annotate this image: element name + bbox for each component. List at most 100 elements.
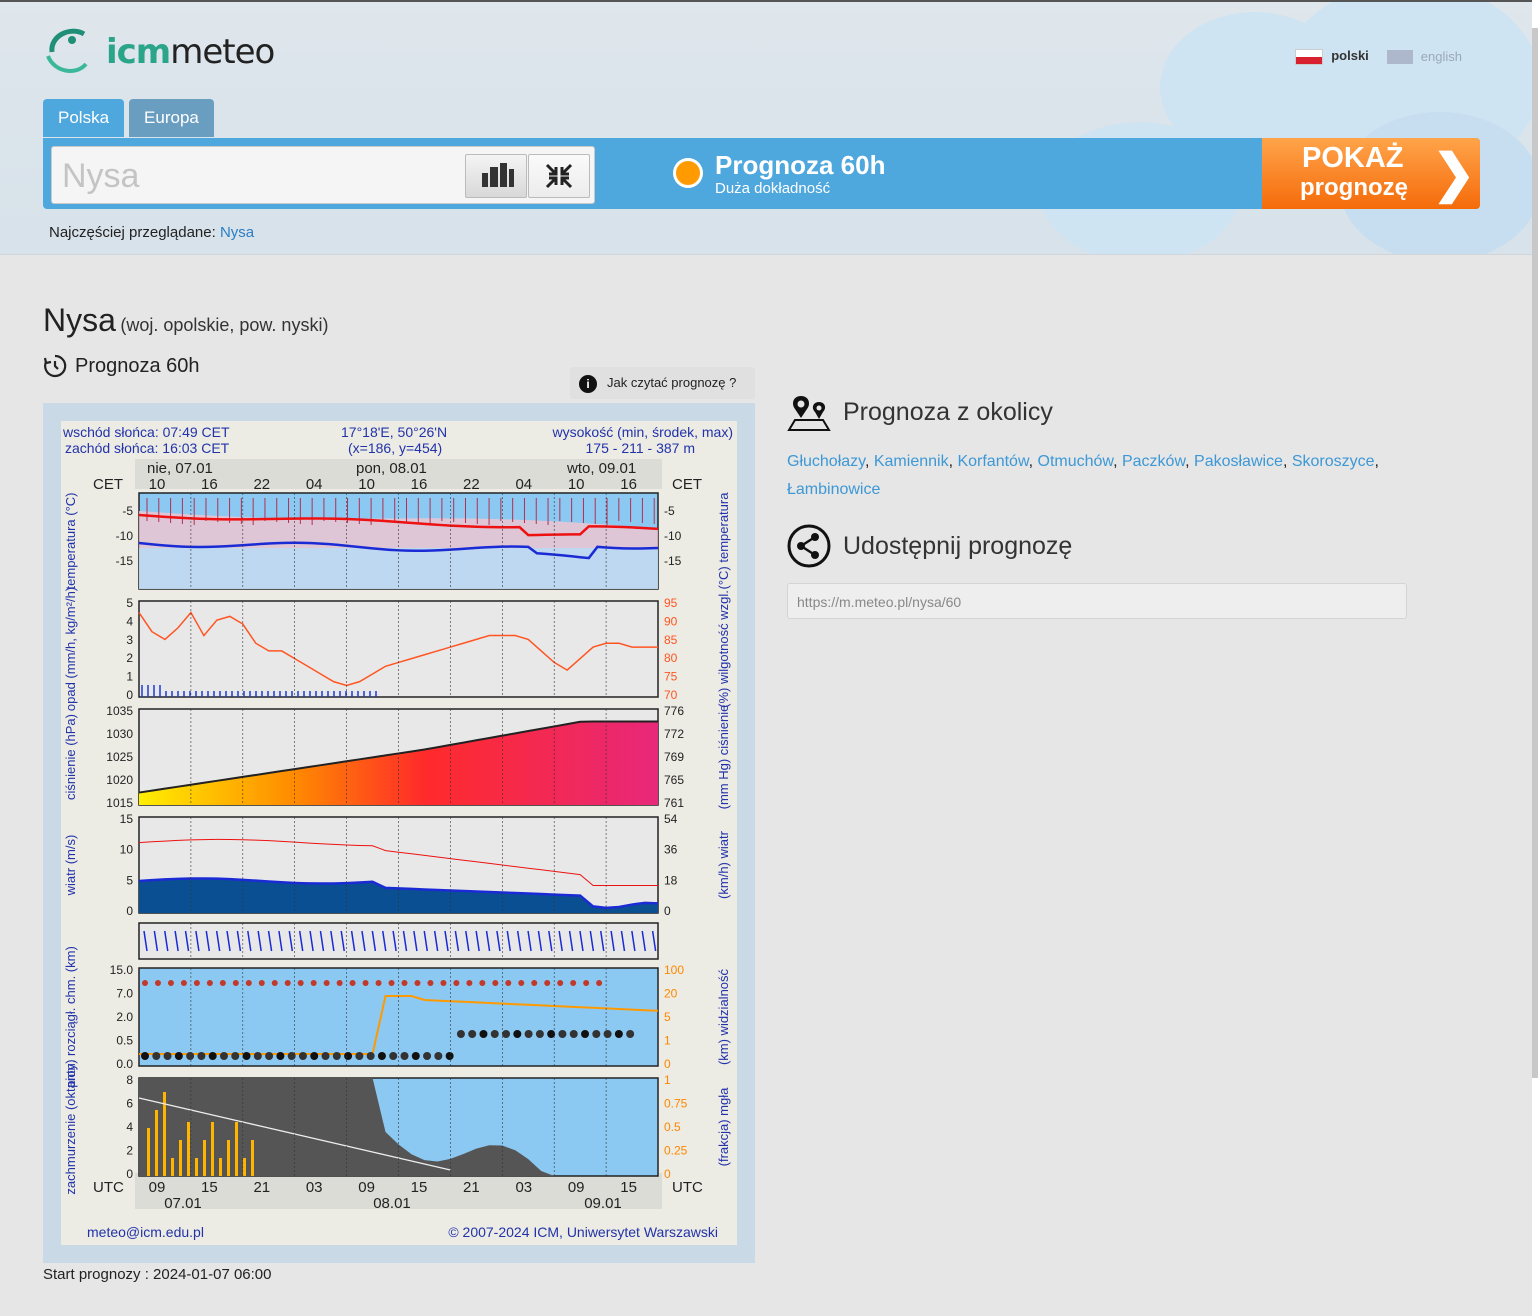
cet-hour-tick: 10 — [149, 476, 166, 493]
cloud-base-dot — [524, 1030, 533, 1038]
page-scrollbar[interactable] — [1532, 0, 1538, 1316]
cloud-base-dot — [355, 1052, 364, 1060]
nearby-forecast-title: Prognoza z okolicy — [843, 397, 1053, 426]
nearby-link[interactable]: Korfantów — [957, 453, 1028, 470]
y-tick-label: 769 — [664, 750, 684, 764]
tab-europa[interactable]: Europa — [129, 99, 214, 137]
cloud-base-dot — [231, 1052, 240, 1060]
cloud-top-dot — [375, 980, 382, 986]
cloud-base-dot — [603, 1030, 612, 1038]
meteogram-chart: wschód słońca: 07:49 CET zachód słońca: 1… — [43, 403, 755, 1263]
coords-text: 17°18'E, 50°26'N — [341, 424, 447, 440]
y-tick-label: 1035 — [106, 704, 133, 718]
y-tick-label: 85 — [664, 633, 678, 647]
cloud-top-dot — [258, 980, 265, 986]
nearby-link[interactable]: Łambinowice — [787, 481, 880, 498]
y-tick-label: 5 — [664, 1010, 671, 1024]
cet-hour-tick: 22 — [253, 476, 270, 493]
city-view-button[interactable] — [465, 154, 527, 198]
nearby-link[interactable]: Pakosławice — [1194, 453, 1283, 470]
cloud-top-dot — [479, 980, 486, 986]
frequently-viewed-link[interactable]: Nysa — [220, 224, 254, 241]
cloud-top-dot — [193, 980, 200, 986]
email-link: meteo@icm.edu.pl — [87, 1224, 204, 1240]
altitude-values: 175 - 211 - 387 m — [586, 440, 695, 456]
y-tick-label: 2 — [126, 1144, 133, 1158]
nearby-link[interactable]: Otmuchów — [1038, 453, 1114, 470]
y-tick-label: 1 — [126, 670, 133, 684]
y-tick-label: -5 — [122, 504, 133, 518]
scrollbar-thumb[interactable] — [1532, 28, 1538, 1078]
cloud-base-dot — [614, 1030, 623, 1038]
y-tick-label: 2.0 — [116, 1010, 133, 1024]
cloud-top-dot — [453, 980, 460, 986]
site-logo[interactable]: icmmeteo — [42, 22, 275, 78]
cet-hour-tick: 04 — [306, 476, 323, 493]
logo-meteo-text: meteo — [170, 32, 275, 72]
cloud-top-dot — [544, 980, 551, 986]
cloud-base-dot — [253, 1052, 262, 1060]
utc-label: UTC — [93, 1179, 124, 1196]
y-tick-label: 5 — [126, 873, 133, 887]
nearby-locations: Głuchołazy, Kamiennik, Korfantów, Otmuch… — [787, 453, 1379, 498]
y-tick-label: 70 — [664, 688, 678, 702]
y-tick-label: 8 — [126, 1073, 133, 1087]
sunrise-text: wschód słońca: 07:49 CET — [62, 424, 230, 440]
cloud-top-dot — [323, 980, 330, 986]
day-label: pon, 08.01 — [356, 460, 427, 477]
share-url-field[interactable]: https://m.meteo.pl/nysa/60 — [787, 583, 1407, 619]
cloud-top-dot — [401, 980, 408, 986]
cloud-base-dot — [569, 1030, 578, 1038]
cloud-top-dot — [505, 980, 512, 986]
y-tick-label: 1 — [664, 1034, 671, 1048]
city-search-input[interactable] — [60, 155, 454, 197]
site-header: icmmeteo polski english Polska Europa Pr… — [0, 2, 1532, 255]
frequently-viewed-label: Najczęściej przeglądane: — [49, 224, 216, 241]
nearby-link[interactable]: Skoroszyce — [1292, 453, 1375, 470]
how-to-read-button[interactable]: i Jak czytać prognozę ? — [570, 367, 755, 399]
show-forecast-button[interactable]: POKAŻ prognozę ❯ — [1262, 138, 1480, 209]
meteogram-svg: wschód słońca: 07:49 CETzachód słońca: 1… — [61, 421, 737, 1245]
cloud-base-dot — [152, 1052, 161, 1060]
axis-label: wiatr (m/s) — [63, 835, 78, 897]
y-tick-label: 10 — [120, 843, 134, 857]
axis-label: (mm Hg) ciśnienie — [716, 705, 731, 810]
y-tick-label: 80 — [664, 651, 678, 665]
nearby-link[interactable]: Głuchołazy — [787, 453, 865, 470]
cloud-top-dot — [518, 980, 525, 986]
chevron-right-icon: ❯ — [1432, 145, 1476, 203]
fog-bar — [195, 1158, 198, 1176]
cloud-base-dot — [400, 1052, 409, 1060]
lang-polish[interactable]: polski — [1295, 48, 1369, 65]
nearby-link[interactable]: Kamiennik — [874, 453, 949, 470]
y-tick-label: -15 — [116, 554, 134, 568]
cet-hour-tick: 04 — [515, 476, 532, 493]
nearby-link[interactable]: Paczków — [1122, 453, 1185, 470]
cloud-base-dot — [468, 1030, 477, 1038]
cloud-base-dot — [332, 1052, 341, 1060]
cloud-top-dot — [362, 980, 369, 986]
fog-bar — [171, 1158, 174, 1176]
y-tick-label: 0 — [664, 904, 671, 918]
region-tabs: Polska Europa — [43, 99, 214, 137]
lang-english[interactable]: english — [1386, 49, 1462, 65]
fullscreen-map-button[interactable] — [528, 154, 590, 198]
y-tick-label: 0.5 — [116, 1034, 133, 1048]
utc-hour-tick: 09 — [568, 1179, 585, 1196]
y-tick-label: 6 — [126, 1097, 133, 1111]
fog-bar — [219, 1158, 222, 1176]
fog-bar — [179, 1140, 182, 1176]
y-tick-label: 0.5 — [664, 1120, 681, 1134]
axis-label: temperatura (°C) — [63, 493, 78, 590]
y-tick-label: 4 — [126, 1120, 133, 1134]
map-pins-icon — [787, 396, 831, 431]
cet-label: CET — [93, 476, 123, 493]
tab-polska[interactable]: Polska — [43, 99, 125, 137]
cloud-base-dot — [310, 1052, 319, 1060]
y-tick-label: -5 — [664, 504, 675, 518]
date-label: 07.01 — [164, 1195, 202, 1212]
cloud-top-dot — [297, 980, 304, 986]
axis-label: (km) widzialność — [716, 968, 731, 1065]
y-tick-label: 36 — [664, 843, 678, 857]
axis-label: zachmurzenie (oktanty) — [63, 1059, 78, 1194]
